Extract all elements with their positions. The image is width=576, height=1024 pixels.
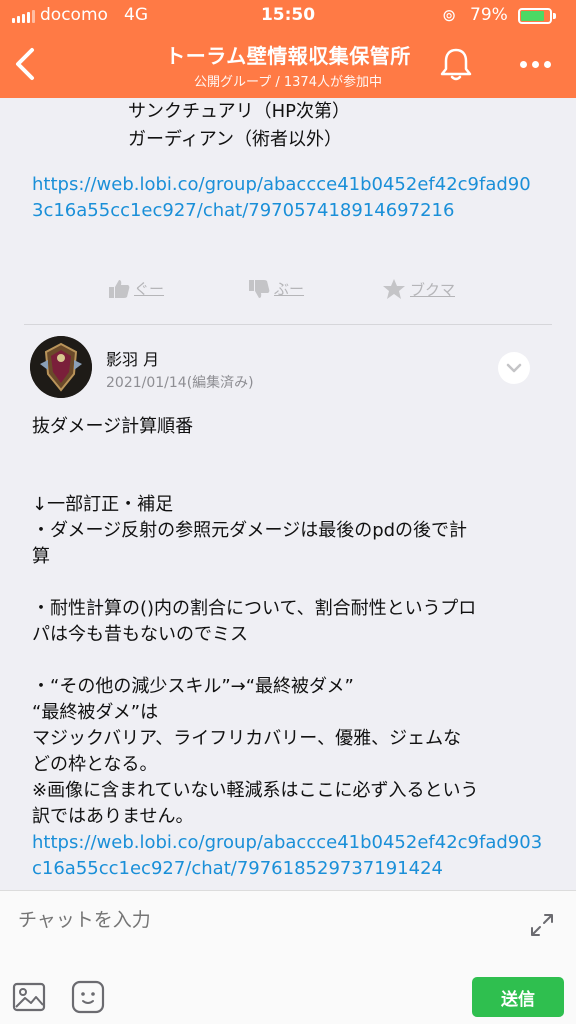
- text-line: ↓一部訂正・補足: [32, 494, 174, 515]
- bell-icon: [440, 48, 472, 81]
- avatar-emblem-icon: [30, 336, 92, 398]
- chat-composer: 送信: [0, 890, 576, 1024]
- battery-percent: 79%: [470, 5, 508, 25]
- text-line: 抜ダメージ計算順番: [32, 416, 194, 437]
- text-line: サンクチュアリ（HP次第）: [128, 101, 351, 122]
- back-button[interactable]: [8, 42, 48, 86]
- bookmark-button[interactable]: ブクマ: [382, 278, 455, 300]
- more-dot: [543, 60, 551, 68]
- app-header: docomo 4G 15:50 ⊚ 79% トーラム壁情報収集保管所 公開グルー…: [0, 0, 576, 98]
- post-link[interactable]: https://web.lobi.co/group/abaccce41b0452…: [32, 830, 544, 882]
- text-line: ガーディアン（術者以外）: [128, 129, 343, 150]
- post-body: 抜ダメージ計算順番 ↓一部訂正・補足 ・ダメージ反射の参照元ダメージは最後のpd…: [32, 414, 544, 882]
- previous-post-text: サンクチュアリ（HP次第） ガーディアン（術者以外）: [128, 98, 350, 154]
- chevron-down-icon: [506, 363, 522, 373]
- thumbs-up-icon: [109, 279, 130, 298]
- text-line: [32, 440, 544, 466]
- rotation-lock-icon: ⊚: [442, 6, 457, 26]
- group-title: トーラム壁情報収集保管所: [165, 44, 411, 68]
- expand-icon: [531, 914, 553, 936]
- group-subtitle: 公開グループ / 1374人が参加中: [194, 75, 382, 90]
- text-line: パは今も昔もないのでミス: [32, 624, 248, 645]
- text-line: マジックバリア、ライフリカバリー、優雅、ジェムな: [32, 728, 462, 749]
- group-header[interactable]: トーラム壁情報収集保管所 公開グループ / 1374人が参加中: [120, 40, 456, 90]
- more-dot: [531, 60, 539, 68]
- chat-timeline[interactable]: サンクチュアリ（HP次第） ガーディアン（術者以外） https://web.l…: [0, 98, 576, 890]
- text-line: ・ダメージ反射の参照元ダメージは最後のpdの後で計: [32, 520, 468, 541]
- chevron-left-icon: [16, 48, 34, 80]
- notification-button[interactable]: [436, 44, 476, 84]
- text-line: “最終被ダメ”は: [32, 702, 159, 723]
- more-button[interactable]: [510, 44, 560, 84]
- bookmark-label: ブクマ: [410, 280, 456, 299]
- more-dot: [519, 60, 527, 68]
- text-line: [32, 648, 544, 674]
- post-date: 2021/01/14(編集済み): [106, 375, 254, 391]
- sticker-icon: [71, 980, 105, 1014]
- text-line: どの枠となる。: [32, 754, 158, 775]
- previous-post-link[interactable]: https://web.lobi.co/group/abaccce41b0452…: [32, 172, 542, 224]
- chat-input[interactable]: [18, 905, 498, 935]
- image-icon: [12, 982, 46, 1012]
- post-menu-button[interactable]: [498, 352, 530, 384]
- post-divider: [24, 324, 552, 325]
- good-button[interactable]: ぐー: [108, 278, 164, 299]
- thumbs-down-icon: [249, 279, 270, 298]
- text-line: [32, 570, 544, 596]
- text-line: ・“その他の減少スキル”→“最終被ダメ”: [32, 676, 354, 697]
- send-button[interactable]: 送信: [472, 977, 564, 1017]
- boo-button[interactable]: ぶー: [248, 278, 304, 299]
- expand-button[interactable]: [528, 911, 556, 939]
- status-bar: docomo 4G 15:50 ⊚ 79%: [0, 0, 576, 32]
- star-icon: [383, 279, 405, 299]
- text-line: ・耐性計算の()内の割合について、割合耐性というプロ: [32, 598, 477, 619]
- text-line: 訳ではありません。: [32, 806, 194, 827]
- image-button[interactable]: [12, 981, 46, 1013]
- reaction-bar: ぐー ぶー ブクマ: [0, 278, 576, 310]
- text-line: [32, 466, 544, 492]
- text-line: 算: [32, 546, 50, 567]
- boo-label: ぶー: [274, 280, 305, 298]
- text-line: ※画像に含まれていない軽減系はここに必ず入るという: [32, 780, 479, 801]
- sticker-button[interactable]: [70, 979, 106, 1015]
- avatar[interactable]: [30, 336, 92, 398]
- good-label: ぐー: [134, 280, 165, 298]
- battery-icon: [518, 8, 556, 24]
- author-name[interactable]: 影羽 月: [106, 346, 159, 370]
